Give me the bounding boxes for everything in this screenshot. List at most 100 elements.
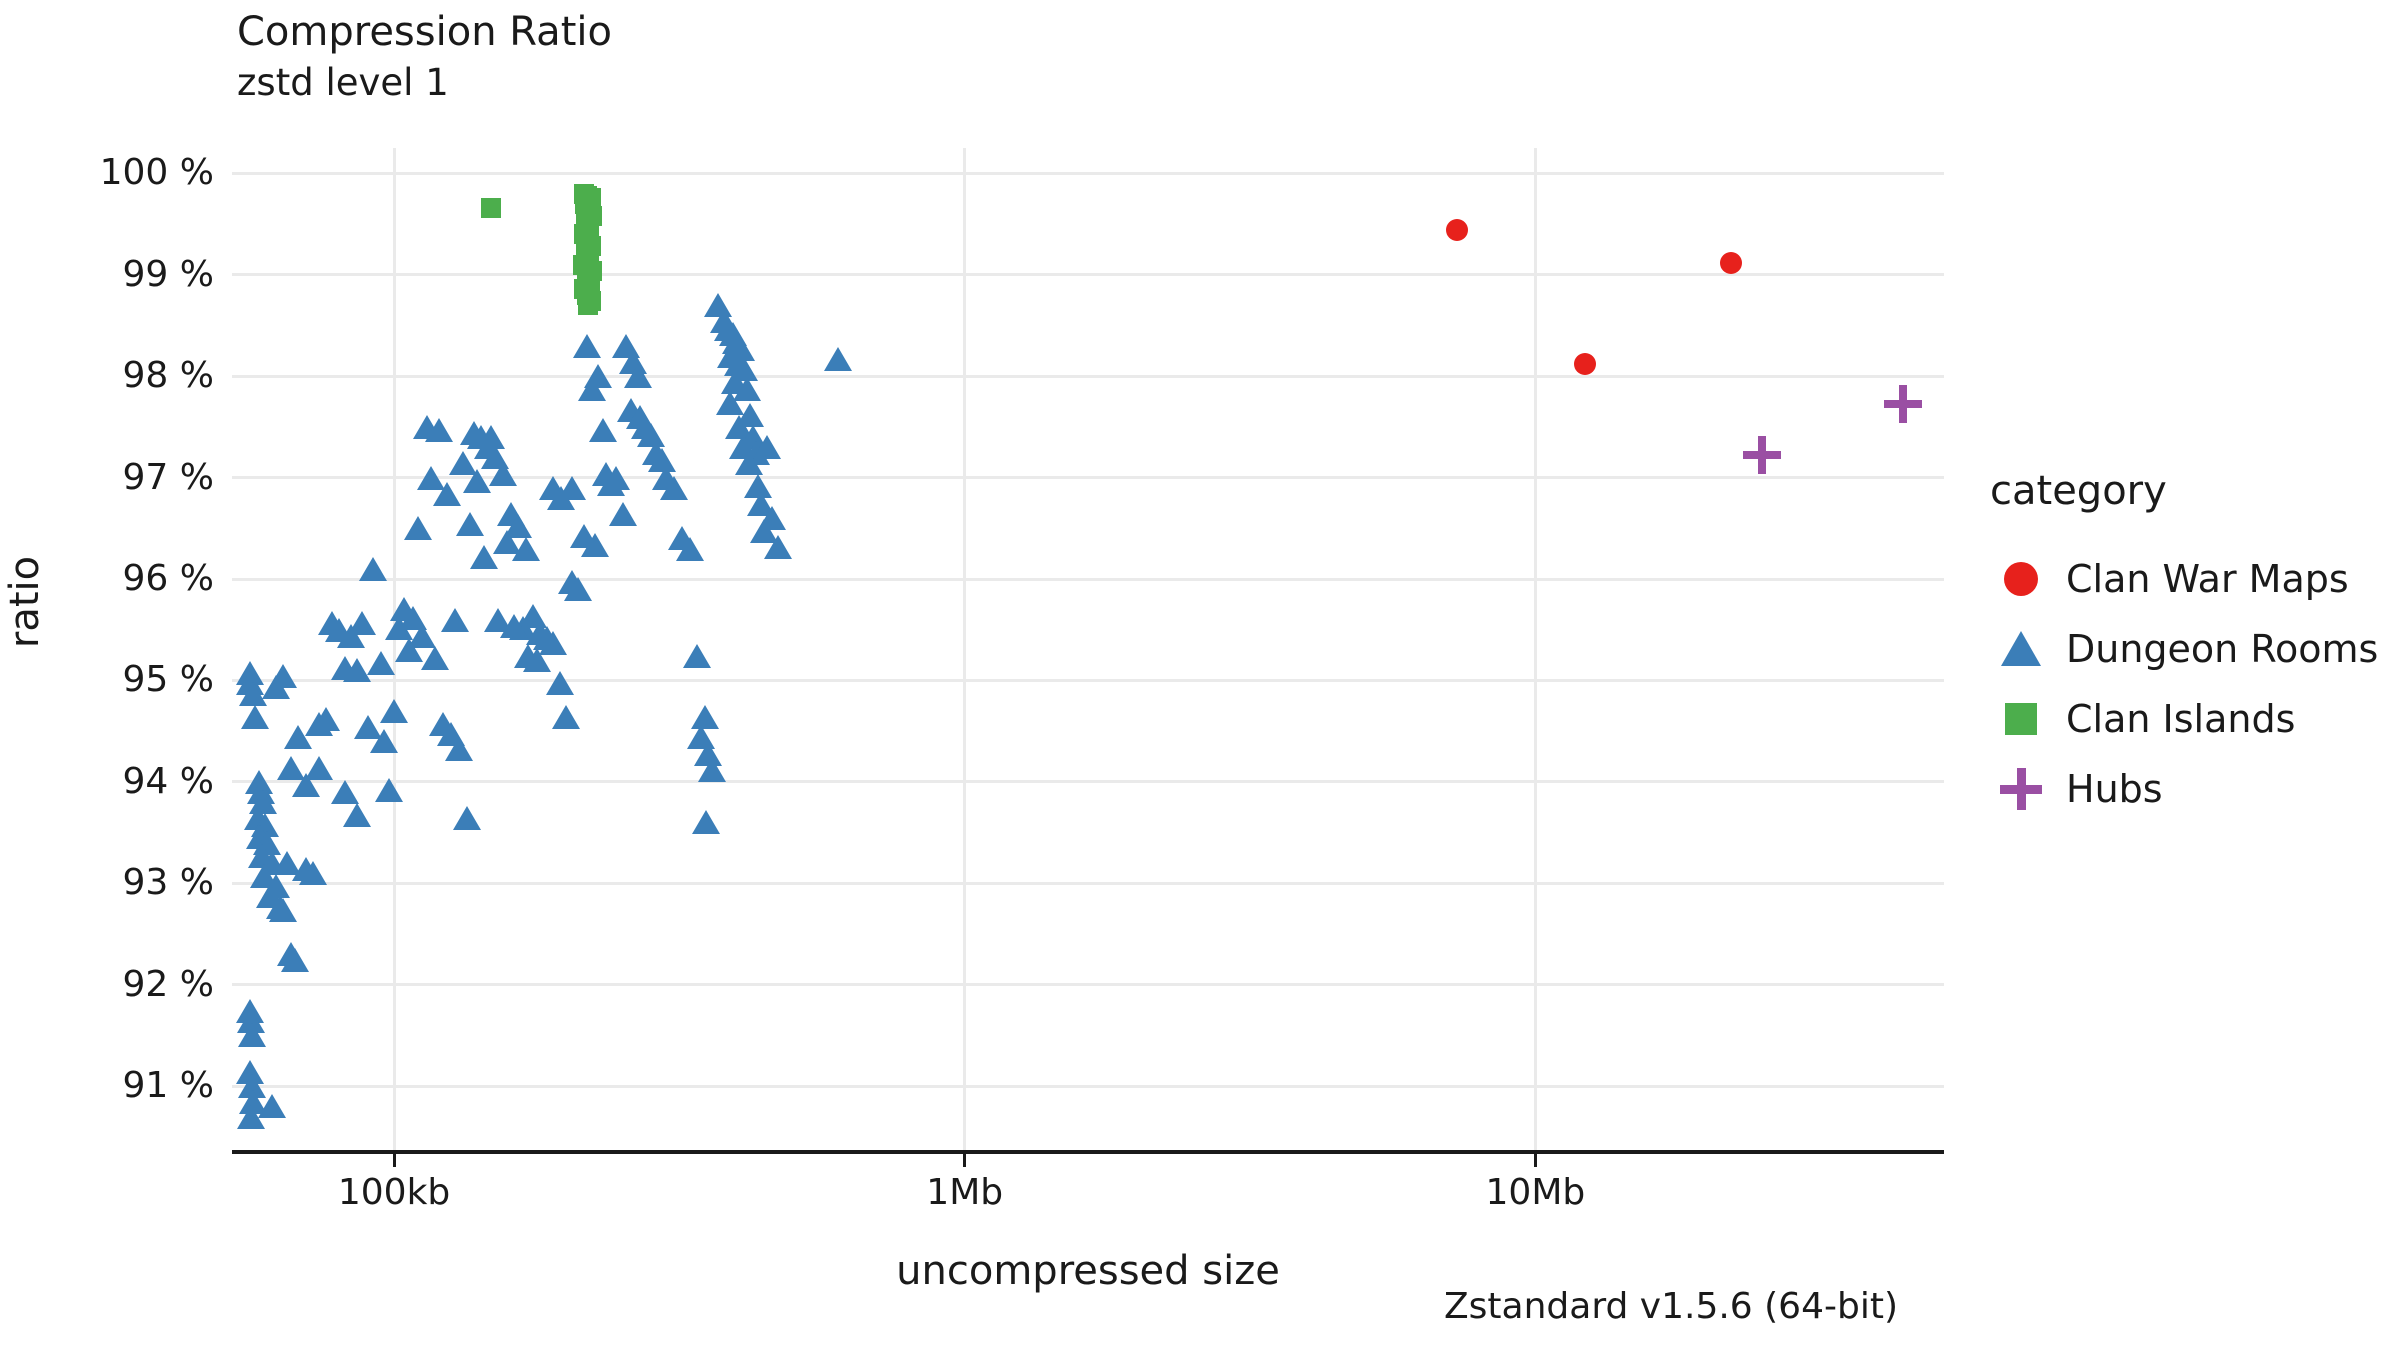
data-point bbox=[477, 425, 506, 450]
plot-panel bbox=[232, 148, 1944, 1152]
data-point bbox=[421, 646, 450, 671]
data-point bbox=[330, 656, 359, 681]
data-point bbox=[238, 1023, 267, 1048]
circle-marker-icon bbox=[1990, 548, 2052, 610]
data-point bbox=[1883, 384, 1922, 423]
data-point bbox=[305, 755, 334, 780]
data-point bbox=[1719, 251, 1742, 274]
data-point bbox=[318, 610, 347, 635]
y-axis-tick-label: 98 % bbox=[122, 355, 214, 397]
y-axis-tick-label: 93 % bbox=[122, 862, 214, 904]
data-point bbox=[578, 295, 599, 316]
data-point bbox=[1573, 353, 1596, 375]
data-point bbox=[269, 897, 298, 922]
data-point bbox=[675, 536, 704, 561]
data-point bbox=[588, 417, 617, 442]
data-point bbox=[257, 1094, 286, 1119]
data-point bbox=[1743, 436, 1782, 475]
data-point bbox=[463, 468, 492, 493]
data-point bbox=[470, 544, 499, 569]
x-axis-line bbox=[232, 1150, 1944, 1154]
data-point bbox=[425, 417, 454, 442]
data-point bbox=[660, 475, 689, 500]
x-axis-tick-label: 10Mb bbox=[1485, 1172, 1586, 1213]
data-point bbox=[367, 651, 396, 676]
plot-area bbox=[232, 148, 1944, 1152]
chart-figure: Compression Ratio zstd level 1 100 % 99 %… bbox=[0, 0, 2400, 1350]
y-axis-tick-label: 97 % bbox=[122, 456, 214, 498]
y-axis-tick-label: 94 % bbox=[122, 760, 214, 802]
chart-title: Compression Ratio bbox=[237, 9, 612, 55]
data-point bbox=[380, 698, 409, 723]
data-point bbox=[584, 364, 613, 389]
data-point bbox=[514, 644, 543, 669]
data-point bbox=[752, 435, 781, 460]
legend-item-label: Dungeon Rooms bbox=[2066, 627, 2379, 671]
data-point bbox=[394, 638, 423, 663]
cross-marker-icon bbox=[1990, 758, 2052, 820]
data-point bbox=[758, 506, 787, 531]
legend-item-label: Clan Islands bbox=[2066, 697, 2296, 741]
data-point bbox=[511, 536, 540, 561]
data-point bbox=[609, 502, 638, 527]
data-point bbox=[551, 704, 580, 729]
data-point bbox=[499, 613, 528, 638]
data-point bbox=[763, 534, 792, 559]
data-point bbox=[597, 471, 626, 496]
data-point bbox=[691, 810, 720, 835]
data-point bbox=[456, 512, 485, 537]
data-point bbox=[261, 674, 290, 699]
y-axis-tick-label: 100 % bbox=[99, 152, 214, 194]
data-point bbox=[481, 197, 502, 218]
data-point bbox=[240, 704, 269, 729]
legend-item-dungeon-rooms[interactable]: Dungeon Rooms bbox=[1990, 614, 2390, 684]
legend-item-clan-war-maps[interactable]: Clan War Maps bbox=[1990, 544, 2390, 614]
data-point bbox=[359, 556, 388, 581]
square-marker-icon bbox=[1990, 688, 2052, 750]
data-point bbox=[277, 755, 306, 780]
chart-subtitle: zstd level 1 bbox=[237, 61, 449, 104]
y-axis-tick-label: 92 % bbox=[122, 963, 214, 1005]
data-point bbox=[445, 737, 474, 762]
legend-title: category bbox=[1990, 468, 2167, 514]
data-point bbox=[348, 610, 377, 635]
data-point bbox=[626, 404, 655, 429]
legend-item-label: Clan War Maps bbox=[2066, 557, 2349, 601]
data-point bbox=[441, 607, 470, 632]
footer-note: Zstandard v1.5.6 (64-bit) bbox=[1444, 1286, 1898, 1327]
data-point bbox=[545, 671, 574, 696]
data-point bbox=[581, 532, 610, 557]
x-axis-tick-mark bbox=[963, 1154, 967, 1167]
data-point bbox=[557, 570, 586, 595]
data-point bbox=[298, 861, 327, 886]
y-axis-title: ratio bbox=[2, 555, 48, 649]
data-point bbox=[342, 803, 371, 828]
y-axis-tick-label: 91 % bbox=[122, 1065, 214, 1107]
data-point bbox=[369, 729, 398, 754]
x-axis-tick-label: 1Mb bbox=[926, 1172, 1004, 1213]
x-axis-tick-mark bbox=[1533, 1154, 1537, 1167]
x-axis-tick-label: 100kb bbox=[337, 1172, 451, 1213]
legend-item-label: Hubs bbox=[2066, 767, 2163, 811]
data-point bbox=[488, 461, 517, 486]
data-point bbox=[683, 644, 712, 669]
y-axis-tick-label: 96 % bbox=[122, 558, 214, 599]
data-point bbox=[1446, 219, 1469, 242]
y-axis-tick-label: 95 % bbox=[122, 659, 214, 701]
data-point bbox=[624, 364, 653, 389]
data-point bbox=[697, 757, 726, 782]
data-point bbox=[557, 475, 586, 500]
legend-item-hubs[interactable]: Hubs bbox=[1990, 754, 2390, 824]
data-point bbox=[312, 706, 341, 731]
x-axis-tick-mark bbox=[392, 1154, 396, 1167]
data-point bbox=[416, 465, 445, 490]
data-point bbox=[375, 777, 404, 802]
data-point bbox=[284, 725, 313, 750]
data-point bbox=[824, 346, 853, 371]
data-point bbox=[280, 948, 309, 973]
legend: category Clan War Maps Dungeon Rooms Clan … bbox=[1990, 468, 2390, 824]
y-axis-tick-label: 99 % bbox=[122, 253, 214, 295]
data-point bbox=[573, 333, 602, 358]
data-point bbox=[403, 516, 432, 541]
legend-item-clan-islands[interactable]: Clan Islands bbox=[1990, 684, 2390, 754]
